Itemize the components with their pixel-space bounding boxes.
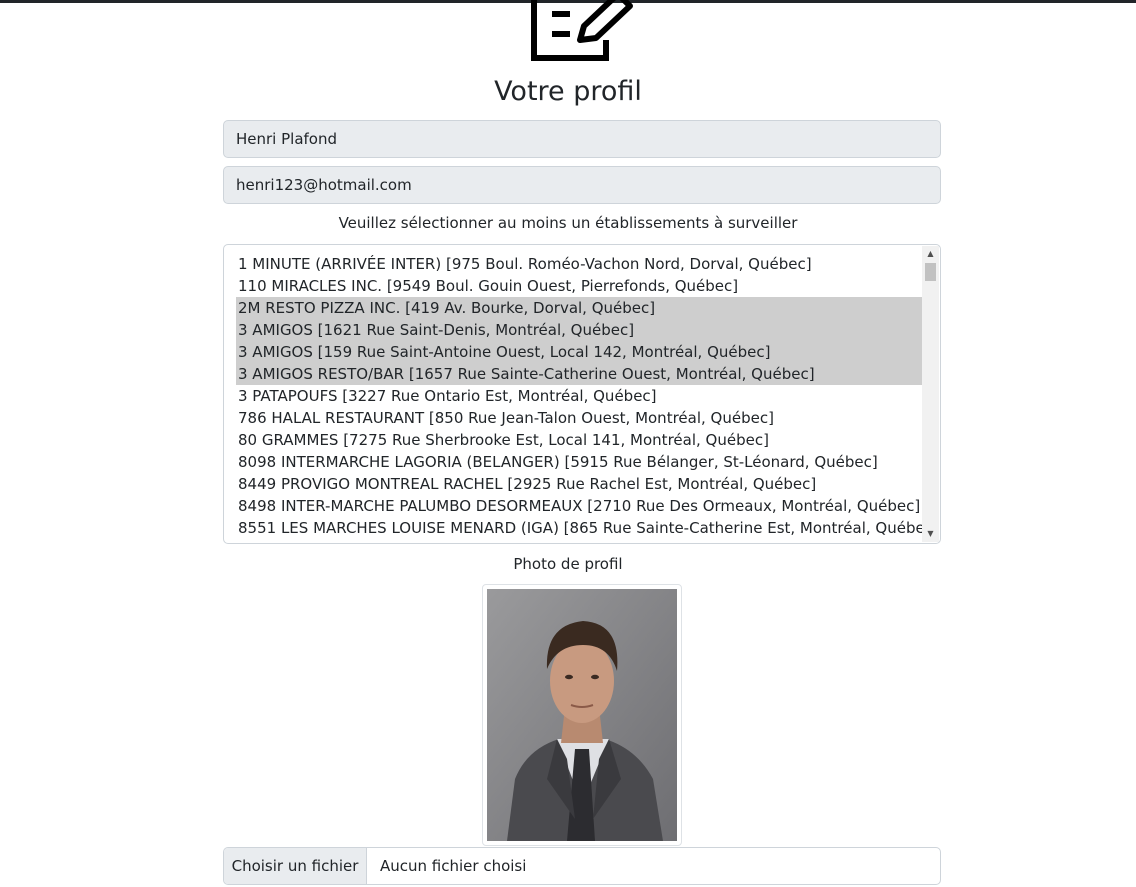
profile-photo-frame (482, 584, 682, 846)
file-status: Aucun fichier choisi (380, 857, 527, 875)
scrollbar-thumb[interactable] (925, 263, 936, 281)
establishment-option[interactable]: 110 MIRACLES INC. [9549 Boul. Gouin Oues… (236, 275, 924, 297)
name-field[interactable]: Henri Plafond (223, 120, 941, 158)
page-title: Votre profil (494, 76, 642, 107)
establishment-option[interactable]: 786 HALAL RESTAURANT [850 Rue Jean-Talon… (236, 407, 924, 429)
choose-file-button[interactable]: Choisir un fichier (224, 848, 367, 884)
photo-label: Photo de profil (513, 555, 623, 573)
edit-document-icon (531, 0, 633, 61)
establishment-option[interactable]: 8551 LES MARCHES LOUISE MENARD (IGA) [86… (236, 517, 924, 539)
establishment-option[interactable]: 8498 INTER-MARCHE PALUMBO DESORMEAUX [27… (236, 495, 924, 517)
establishment-option[interactable]: 80 GRAMMES [7275 Rue Sherbrooke Est, Loc… (236, 429, 924, 451)
scroll-up-arrow-icon[interactable]: ▲ (922, 246, 939, 262)
establishment-option[interactable]: 3 AMIGOS [159 Rue Saint-Antoine Ouest, L… (236, 341, 924, 363)
establishment-option[interactable]: 3 PATAPOUFS [3227 Rue Ontario Est, Montr… (236, 385, 924, 407)
establishment-option[interactable]: 3 AMIGOS RESTO/BAR [1657 Rue Sainte-Cath… (236, 363, 924, 385)
file-input[interactable]: Choisir un fichier Aucun fichier choisi (223, 847, 941, 885)
email-field[interactable]: henri123@hotmail.com (223, 166, 941, 204)
scroll-down-arrow-icon[interactable]: ▼ (922, 526, 939, 542)
scrollbar[interactable]: ▲ ▼ (922, 246, 939, 542)
establishment-option[interactable]: 3 AMIGOS [1621 Rue Saint-Denis, Montréal… (236, 319, 924, 341)
establishment-option[interactable]: 8098 INTERMARCHE LAGORIA (BELANGER) [591… (236, 451, 924, 473)
profile-photo (487, 589, 677, 841)
establishment-option[interactable]: 8449 PROVIGO MONTREAL RACHEL [2925 Rue R… (236, 473, 924, 495)
establishment-option[interactable]: 1 MINUTE (ARRIVÉE INTER) [975 Boul. Romé… (236, 253, 924, 275)
establishments-label: Veuillez sélectionner au moins un établi… (338, 214, 798, 232)
establishments-options: 1 MINUTE (ARRIVÉE INTER) [975 Boul. Romé… (236, 253, 924, 539)
establishment-option[interactable]: 2M RESTO PIZZA INC. [419 Av. Bourke, Dor… (236, 297, 924, 319)
establishments-multiselect[interactable]: 1 MINUTE (ARRIVÉE INTER) [975 Boul. Romé… (223, 244, 941, 544)
